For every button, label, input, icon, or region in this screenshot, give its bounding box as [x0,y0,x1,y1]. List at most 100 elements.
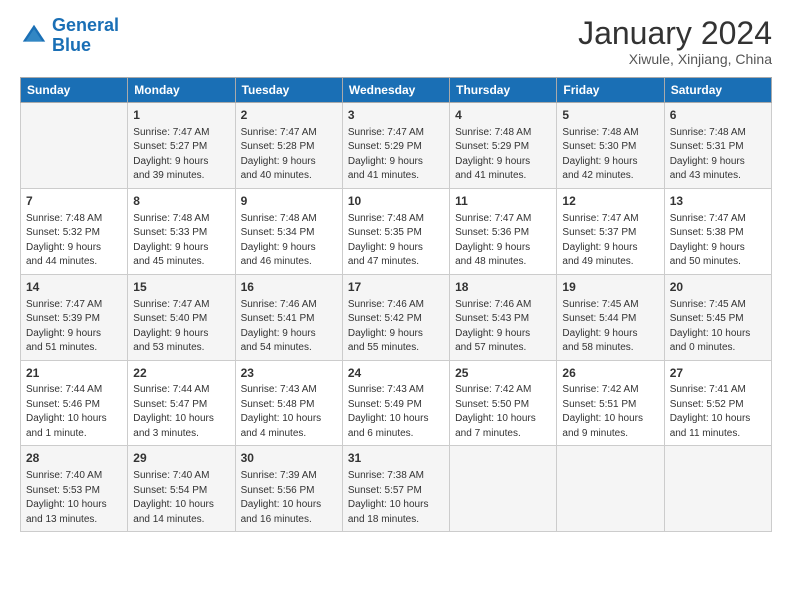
calendar-cell [450,446,557,532]
day-number: 23 [241,365,337,382]
day-number: 9 [241,193,337,210]
calendar-cell: 16 Sunrise: 7:46 AMSunset: 5:41 PMDayligh… [235,274,342,360]
calendar-cell: 7 Sunrise: 7:48 AMSunset: 5:32 PMDaylight… [21,188,128,274]
day-number: 5 [562,107,658,124]
col-wednesday: Wednesday [342,78,449,103]
day-number: 20 [670,279,766,296]
day-number: 17 [348,279,444,296]
calendar-cell: 9 Sunrise: 7:48 AMSunset: 5:34 PMDaylight… [235,188,342,274]
cell-content: Sunrise: 7:44 AMSunset: 5:47 PMDaylight:… [133,383,229,441]
calendar-cell: 28 Sunrise: 7:40 AMSunset: 5:53 PMDayligh… [21,446,128,532]
day-number: 30 [241,450,337,467]
cell-content: Sunrise: 7:46 AMSunset: 5:41 PMDaylight:… [241,298,337,356]
day-number: 24 [348,365,444,382]
col-tuesday: Tuesday [235,78,342,103]
cell-content: Sunrise: 7:42 AMSunset: 5:51 PMDaylight:… [562,383,658,441]
week-row-4: 28 Sunrise: 7:40 AMSunset: 5:53 PMDayligh… [21,446,772,532]
day-number: 12 [562,193,658,210]
day-number: 7 [26,193,122,210]
calendar-cell: 10 Sunrise: 7:48 AMSunset: 5:35 PMDayligh… [342,188,449,274]
calendar-cell: 27Sunrise: 7:41 AMSunset: 5:52 PMDayligh… [664,360,771,446]
day-number: 16 [241,279,337,296]
cell-content: Sunrise: 7:47 AMSunset: 5:37 PMDaylight:… [562,212,658,270]
day-number: 22 [133,365,229,382]
calendar-cell: 26Sunrise: 7:42 AMSunset: 5:51 PMDayligh… [557,360,664,446]
calendar-cell: 17 Sunrise: 7:46 AMSunset: 5:42 PMDayligh… [342,274,449,360]
col-saturday: Saturday [664,78,771,103]
calendar-cell: 13Sunrise: 7:47 AMSunset: 5:38 PMDayligh… [664,188,771,274]
cell-content: Sunrise: 7:39 AMSunset: 5:56 PMDaylight:… [241,469,337,527]
day-number: 14 [26,279,122,296]
day-number: 4 [455,107,551,124]
cell-content: Sunrise: 7:43 AMSunset: 5:49 PMDaylight:… [348,383,444,441]
calendar-cell: 18 Sunrise: 7:46 AMSunset: 5:43 PMDayligh… [450,274,557,360]
calendar-cell: 4 Sunrise: 7:48 AMSunset: 5:29 PMDaylight… [450,103,557,189]
col-sunday: Sunday [21,78,128,103]
day-number: 11 [455,193,551,210]
day-number: 19 [562,279,658,296]
cell-content: Sunrise: 7:48 AMSunset: 5:32 PMDaylight:… [26,212,122,270]
header-row: Sunday Monday Tuesday Wednesday Thursday… [21,78,772,103]
calendar-cell: 25Sunrise: 7:42 AMSunset: 5:50 PMDayligh… [450,360,557,446]
calendar-cell [21,103,128,189]
day-number: 25 [455,365,551,382]
cell-content: Sunrise: 7:48 AMSunset: 5:29 PMDaylight:… [455,126,551,184]
calendar-cell [664,446,771,532]
logo-line1: General [52,15,119,35]
calendar-cell: 2Sunrise: 7:47 AMSunset: 5:28 PMDaylight… [235,103,342,189]
calendar-cell: 11 Sunrise: 7:47 AMSunset: 5:36 PMDayligh… [450,188,557,274]
cell-content: Sunrise: 7:48 AMSunset: 5:31 PMDaylight:… [670,126,766,184]
col-thursday: Thursday [450,78,557,103]
day-number: 6 [670,107,766,124]
calendar-cell: 31Sunrise: 7:38 AMSunset: 5:57 PMDayligh… [342,446,449,532]
cell-content: Sunrise: 7:47 AMSunset: 5:27 PMDaylight:… [133,126,229,184]
header: General Blue January 2024 Xiwule, Xinjia… [20,16,772,67]
cell-content: Sunrise: 7:47 AMSunset: 5:29 PMDaylight:… [348,126,444,184]
cell-content: Sunrise: 7:48 AMSunset: 5:33 PMDaylight:… [133,212,229,270]
calendar-cell: 23Sunrise: 7:43 AMSunset: 5:48 PMDayligh… [235,360,342,446]
cell-content: Sunrise: 7:48 AMSunset: 5:35 PMDaylight:… [348,212,444,270]
day-number: 27 [670,365,766,382]
calendar-cell: 5 Sunrise: 7:48 AMSunset: 5:30 PMDaylight… [557,103,664,189]
day-number: 28 [26,450,122,467]
cell-content: Sunrise: 7:43 AMSunset: 5:48 PMDaylight:… [241,383,337,441]
logo-line2: Blue [52,35,91,55]
cell-content: Sunrise: 7:47 AMSunset: 5:39 PMDaylight:… [26,298,122,356]
day-number: 18 [455,279,551,296]
cell-content: Sunrise: 7:41 AMSunset: 5:52 PMDaylight:… [670,383,766,441]
calendar-cell: 15Sunrise: 7:47 AMSunset: 5:40 PMDayligh… [128,274,235,360]
day-number: 13 [670,193,766,210]
day-number: 8 [133,193,229,210]
title-block: January 2024 Xiwule, Xinjiang, China [578,16,772,67]
calendar-cell: 6 Sunrise: 7:48 AMSunset: 5:31 PMDaylight… [664,103,771,189]
week-row-1: 7 Sunrise: 7:48 AMSunset: 5:32 PMDaylight… [21,188,772,274]
cell-content: Sunrise: 7:44 AMSunset: 5:46 PMDaylight:… [26,383,122,441]
calendar-table: Sunday Monday Tuesday Wednesday Thursday… [20,77,772,532]
calendar-cell: 3Sunrise: 7:47 AMSunset: 5:29 PMDaylight… [342,103,449,189]
day-number: 10 [348,193,444,210]
calendar-cell: 22Sunrise: 7:44 AMSunset: 5:47 PMDayligh… [128,360,235,446]
day-number: 1 [133,107,229,124]
calendar-cell: 8 Sunrise: 7:48 AMSunset: 5:33 PMDaylight… [128,188,235,274]
day-number: 21 [26,365,122,382]
cell-content: Sunrise: 7:48 AMSunset: 5:30 PMDaylight:… [562,126,658,184]
logo: General Blue [20,16,119,56]
calendar-cell: 21Sunrise: 7:44 AMSunset: 5:46 PMDayligh… [21,360,128,446]
cell-content: Sunrise: 7:48 AMSunset: 5:34 PMDaylight:… [241,212,337,270]
cell-content: Sunrise: 7:46 AMSunset: 5:43 PMDaylight:… [455,298,551,356]
week-row-3: 21Sunrise: 7:44 AMSunset: 5:46 PMDayligh… [21,360,772,446]
subtitle: Xiwule, Xinjiang, China [578,51,772,67]
cell-content: Sunrise: 7:47 AMSunset: 5:36 PMDaylight:… [455,212,551,270]
cell-content: Sunrise: 7:45 AMSunset: 5:45 PMDaylight:… [670,298,766,356]
cell-content: Sunrise: 7:46 AMSunset: 5:42 PMDaylight:… [348,298,444,356]
week-row-2: 14 Sunrise: 7:47 AMSunset: 5:39 PMDayligh… [21,274,772,360]
week-row-0: 1 Sunrise: 7:47 AMSunset: 5:27 PMDaylight… [21,103,772,189]
cell-content: Sunrise: 7:40 AMSunset: 5:53 PMDaylight:… [26,469,122,527]
calendar-cell: 12 Sunrise: 7:47 AMSunset: 5:37 PMDayligh… [557,188,664,274]
month-title: January 2024 [578,16,772,51]
cell-content: Sunrise: 7:38 AMSunset: 5:57 PMDaylight:… [348,469,444,527]
cell-content: Sunrise: 7:42 AMSunset: 5:50 PMDaylight:… [455,383,551,441]
cell-content: Sunrise: 7:47 AMSunset: 5:28 PMDaylight:… [241,126,337,184]
cell-content: Sunrise: 7:47 AMSunset: 5:40 PMDaylight:… [133,298,229,356]
page: General Blue January 2024 Xiwule, Xinjia… [0,0,792,612]
